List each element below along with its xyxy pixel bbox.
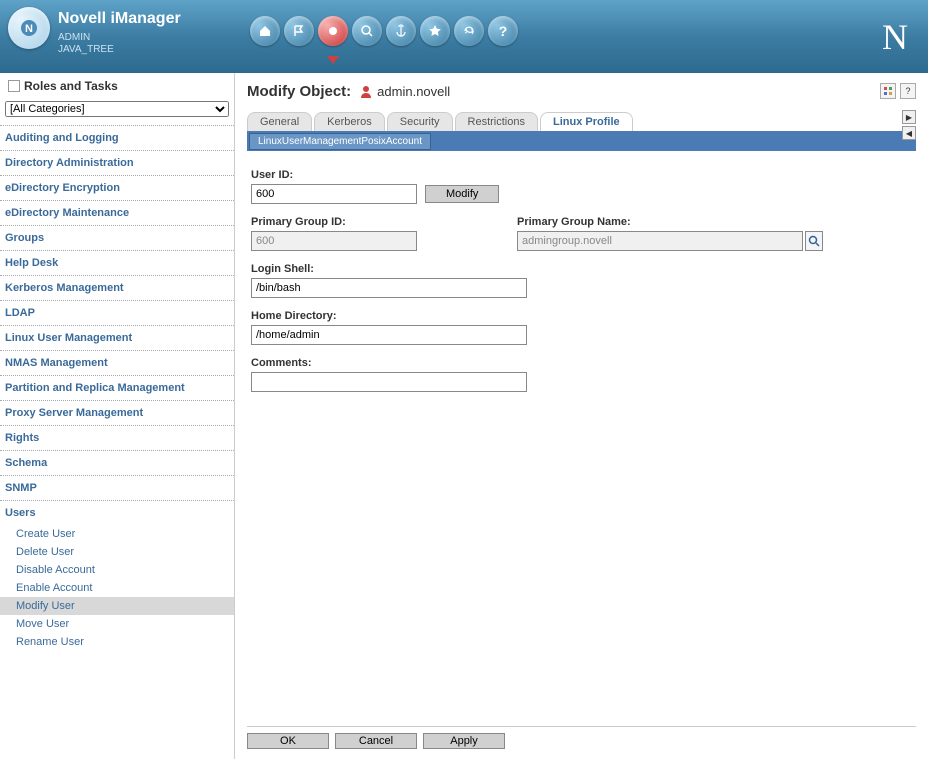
header-user: ADMIN	[58, 32, 181, 44]
sidebar-section-proxy-server-management[interactable]: Proxy Server Management	[0, 400, 234, 425]
user-id-label: User ID:	[251, 169, 499, 181]
sidebar-subitem-rename-user[interactable]: Rename User	[0, 633, 234, 651]
comments-input[interactable]	[251, 372, 527, 392]
sidebar-section-groups[interactable]: Groups	[0, 225, 234, 250]
toolbar-search-icon[interactable]	[352, 16, 382, 46]
toolbar-help-icon[interactable]: ?	[488, 16, 518, 46]
sidebar-section-rights[interactable]: Rights	[0, 425, 234, 450]
sidebar-section-schema[interactable]: Schema	[0, 450, 234, 475]
sidebar-subitem-disable-account[interactable]: Disable Account	[0, 561, 234, 579]
toolbar-record-icon[interactable]	[318, 16, 348, 46]
sidebar-section-help-desk[interactable]: Help Desk	[0, 250, 234, 275]
sidebar-subitem-create-user[interactable]: Create User	[0, 525, 234, 543]
toolbar-flag-icon[interactable]	[284, 16, 314, 46]
tab-security[interactable]: Security	[387, 112, 453, 131]
subtab-posix-account[interactable]: LinuxUserManagementPosixAccount	[249, 133, 431, 150]
ok-button[interactable]: OK	[247, 733, 329, 749]
user-object-icon	[359, 85, 373, 99]
category-select[interactable]: [All Categories]	[5, 101, 229, 117]
sidebar-section-auditing-and-logging[interactable]: Auditing and Logging	[0, 125, 234, 150]
novell-n-logo: N	[882, 16, 908, 58]
toolbar-anchor-icon[interactable]	[386, 16, 416, 46]
object-name: admin.novell	[377, 84, 450, 99]
preferences-icon[interactable]	[880, 83, 896, 99]
sidebar-subitem-delete-user[interactable]: Delete User	[0, 543, 234, 561]
sidebar-subitem-move-user[interactable]: Move User	[0, 615, 234, 633]
tab-nav-right-icon[interactable]: ▶	[902, 110, 916, 124]
home-directory-label: Home Directory:	[251, 310, 527, 322]
svg-text:N: N	[25, 23, 33, 35]
sidebar-section-edirectory-encryption[interactable]: eDirectory Encryption	[0, 175, 234, 200]
toolbar-star-icon[interactable]	[420, 16, 450, 46]
sidebar-section-nmas-management[interactable]: NMAS Management	[0, 350, 234, 375]
primary-group-name-label: Primary Group Name:	[517, 216, 823, 228]
sidebar-section-users[interactable]: Users	[0, 500, 234, 525]
app-header: N Novell iManager ADMIN JAVA_TREE ? N	[0, 0, 928, 73]
tab-general[interactable]: General	[247, 112, 312, 131]
sidebar-subitem-enable-account[interactable]: Enable Account	[0, 579, 234, 597]
form-area: User ID: Modify Primary Group ID: Primar…	[247, 151, 916, 422]
apply-button[interactable]: Apply	[423, 733, 505, 749]
app-title: Novell iManager	[58, 10, 181, 28]
sidebar-section-snmp[interactable]: SNMP	[0, 475, 234, 500]
primary-group-name-input	[517, 231, 803, 251]
cancel-button[interactable]: Cancel	[335, 733, 417, 749]
sidebar-section-kerberos-management[interactable]: Kerberos Management	[0, 275, 234, 300]
footer-bar: OK Cancel Apply	[247, 726, 916, 749]
sidebar-section-ldap[interactable]: LDAP	[0, 300, 234, 325]
page-title: Modify Object: admin.novell	[247, 83, 916, 100]
content-area: ? Modify Object: admin.novell GeneralKer…	[235, 73, 928, 759]
tab-kerberos[interactable]: Kerberos	[314, 112, 385, 131]
sidebar-section-edirectory-maintenance[interactable]: eDirectory Maintenance	[0, 200, 234, 225]
tab-nav-left-icon[interactable]: ◀	[902, 126, 916, 140]
login-shell-input[interactable]	[251, 278, 527, 298]
tab-restrictions[interactable]: Restrictions	[455, 112, 538, 131]
tabs-row: GeneralKerberosSecurityRestrictionsLinux…	[247, 112, 916, 131]
comments-label: Comments:	[251, 357, 527, 369]
sidebar-section-partition-and-replica-management[interactable]: Partition and Replica Management	[0, 375, 234, 400]
sidebar-section-directory-administration[interactable]: Directory Administration	[0, 150, 234, 175]
header-tree: JAVA_TREE	[58, 44, 181, 56]
header-toolbar: ?	[250, 16, 518, 46]
toolbar-home-icon[interactable]	[250, 16, 280, 46]
home-directory-input[interactable]	[251, 325, 527, 345]
sidebar: Roles and Tasks [All Categories] Auditin…	[0, 73, 235, 759]
modify-button[interactable]: Modify	[425, 185, 499, 203]
lookup-icon[interactable]	[805, 231, 823, 251]
sidebar-subitem-modify-user[interactable]: Modify User	[0, 597, 234, 615]
page-title-prefix: Modify Object:	[247, 83, 351, 100]
sidebar-title: Roles and Tasks	[0, 73, 234, 99]
user-id-input[interactable]	[251, 184, 417, 204]
subtab-bar: LinuxUserManagementPosixAccount	[247, 131, 916, 151]
app-logo: N	[8, 7, 50, 49]
primary-group-id-label: Primary Group ID:	[251, 216, 417, 228]
sidebar-section-linux-user-management[interactable]: Linux User Management	[0, 325, 234, 350]
primary-group-id-input	[251, 231, 417, 251]
login-shell-label: Login Shell:	[251, 263, 527, 275]
tab-linux-profile[interactable]: Linux Profile	[540, 112, 633, 131]
toolbar-refresh-icon[interactable]	[454, 16, 484, 46]
help-icon[interactable]: ?	[900, 83, 916, 99]
